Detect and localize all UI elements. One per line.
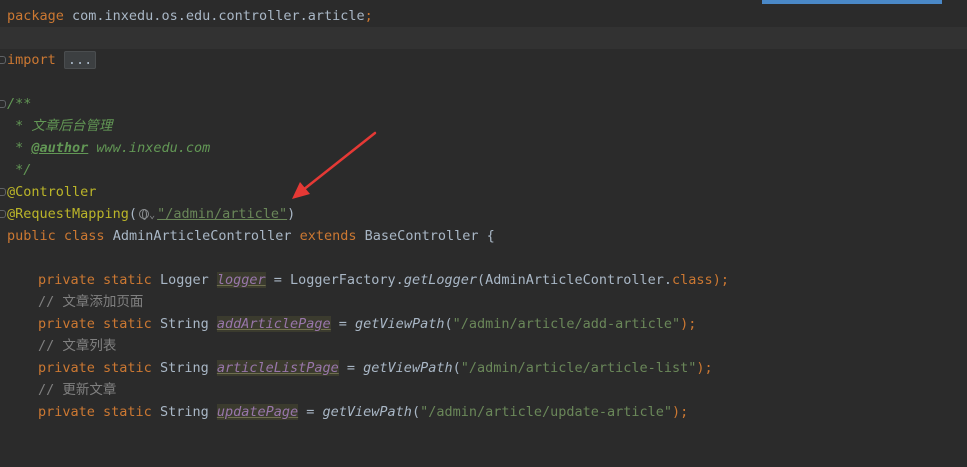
class-name: AdminArticleController	[104, 228, 300, 244]
code-line-19: private static String updatePage = getVi…	[0, 401, 967, 423]
code-line-8: */	[0, 159, 967, 181]
assignment: =	[338, 360, 364, 376]
javadoc-end: */	[7, 162, 32, 178]
author-tag: @author	[31, 140, 89, 156]
author-value: www.inxedu.com	[88, 140, 211, 156]
statement-end: );	[672, 404, 689, 420]
paren-open: (	[452, 360, 461, 376]
fold-toggle-icon[interactable]	[0, 56, 6, 64]
import-keyword: import	[7, 52, 56, 68]
horizontal-scrollbar[interactable]	[762, 0, 942, 4]
code-line-9: @Controller	[0, 181, 967, 203]
package-keyword: package	[7, 8, 64, 24]
assignment: =	[298, 404, 323, 420]
private-keyword: private	[38, 316, 95, 332]
code-line-11: public class AdminArticleController exte…	[0, 225, 967, 247]
code-line-14: // 文章添加页面	[0, 291, 967, 313]
private-keyword: private	[38, 404, 95, 420]
package-name: com.inxedu.os.edu.controller.article	[63, 8, 365, 24]
statement-end: );	[696, 360, 713, 376]
code-line-18: // 更新文章	[0, 379, 967, 401]
type-name: String	[151, 316, 217, 332]
statement-end: );	[712, 272, 729, 288]
static-keyword: static	[103, 404, 152, 420]
chevron-down-icon[interactable]: ⌄	[149, 210, 155, 221]
path-string: "/admin/article/article-list"	[460, 360, 697, 376]
field-name: logger	[216, 272, 266, 288]
fold-toggle-icon[interactable]	[0, 188, 6, 196]
web-endpoint-icon[interactable]	[139, 209, 150, 220]
code-line-1: package com.inxedu.os.edu.controller.art…	[0, 5, 967, 27]
mapping-path-string[interactable]: "/admin/article"	[157, 206, 287, 222]
method-args: (AdminArticleController.	[476, 272, 673, 288]
private-keyword: private	[38, 272, 95, 288]
javadoc-start: /**	[7, 96, 32, 112]
extends-keyword: extends	[299, 228, 357, 244]
fold-toggle-icon[interactable]	[0, 100, 6, 108]
paren-open: (	[411, 404, 421, 420]
code-line-13: private static Logger logger = LoggerFac…	[0, 269, 967, 291]
public-keyword: public	[7, 228, 56, 244]
code-editor[interactable]: package com.inxedu.os.edu.controller.art…	[0, 0, 967, 442]
code-line-17: private static String articleListPage = …	[0, 357, 967, 379]
static-keyword: static	[103, 272, 152, 288]
paren-open: (	[128, 206, 138, 222]
class-literal: class	[672, 272, 713, 288]
code-line-2	[0, 27, 967, 49]
code-line-16: // 文章列表	[0, 335, 967, 357]
code-line-7: * @author www.inxedu.com	[0, 137, 967, 159]
javadoc-description: * 文章后台管理	[7, 118, 113, 134]
controller-annotation: @Controller	[7, 184, 97, 200]
base-class: BaseController {	[356, 228, 495, 244]
assignment: = LoggerFactory.	[265, 272, 404, 288]
type-name: Logger	[151, 272, 217, 288]
field-name: updatePage	[216, 404, 299, 420]
static-keyword: static	[103, 360, 152, 376]
method-call: getLogger	[403, 272, 477, 288]
method-call: getViewPath	[355, 316, 445, 332]
static-keyword: static	[103, 316, 152, 332]
code-line-10: @RequestMapping( ⌄ "/admin/article")	[0, 203, 967, 225]
code-line-6: * 文章后台管理	[0, 115, 967, 137]
method-call: getViewPath	[363, 360, 453, 376]
type-name: String	[151, 360, 217, 376]
code-line-5: /**	[0, 93, 967, 115]
line-comment: // 文章添加页面	[38, 294, 144, 310]
folded-imports[interactable]: ...	[63, 51, 97, 69]
line-comment: // 文章列表	[38, 338, 117, 354]
field-name: articleListPage	[216, 360, 339, 376]
field-name: addArticlePage	[216, 316, 331, 332]
semicolon: ;	[364, 8, 373, 24]
code-line-3: import ...	[0, 49, 967, 71]
assignment: =	[330, 316, 356, 332]
path-string: "/admin/article/update-article"	[420, 404, 673, 420]
line-comment: // 更新文章	[38, 382, 117, 398]
method-call: getViewPath	[322, 404, 412, 420]
javadoc-star: *	[7, 140, 32, 156]
paren-close: )	[287, 206, 296, 222]
path-string: "/admin/article/add-article"	[452, 316, 681, 332]
private-keyword: private	[38, 360, 95, 376]
type-name: String	[151, 404, 217, 420]
request-mapping-annotation: @RequestMapping	[7, 206, 129, 222]
statement-end: );	[680, 316, 697, 332]
paren-open: (	[444, 316, 453, 332]
fold-toggle-icon[interactable]	[0, 210, 6, 218]
code-line-15: private static String addArticlePage = g…	[0, 313, 967, 335]
class-keyword: class	[63, 228, 105, 244]
